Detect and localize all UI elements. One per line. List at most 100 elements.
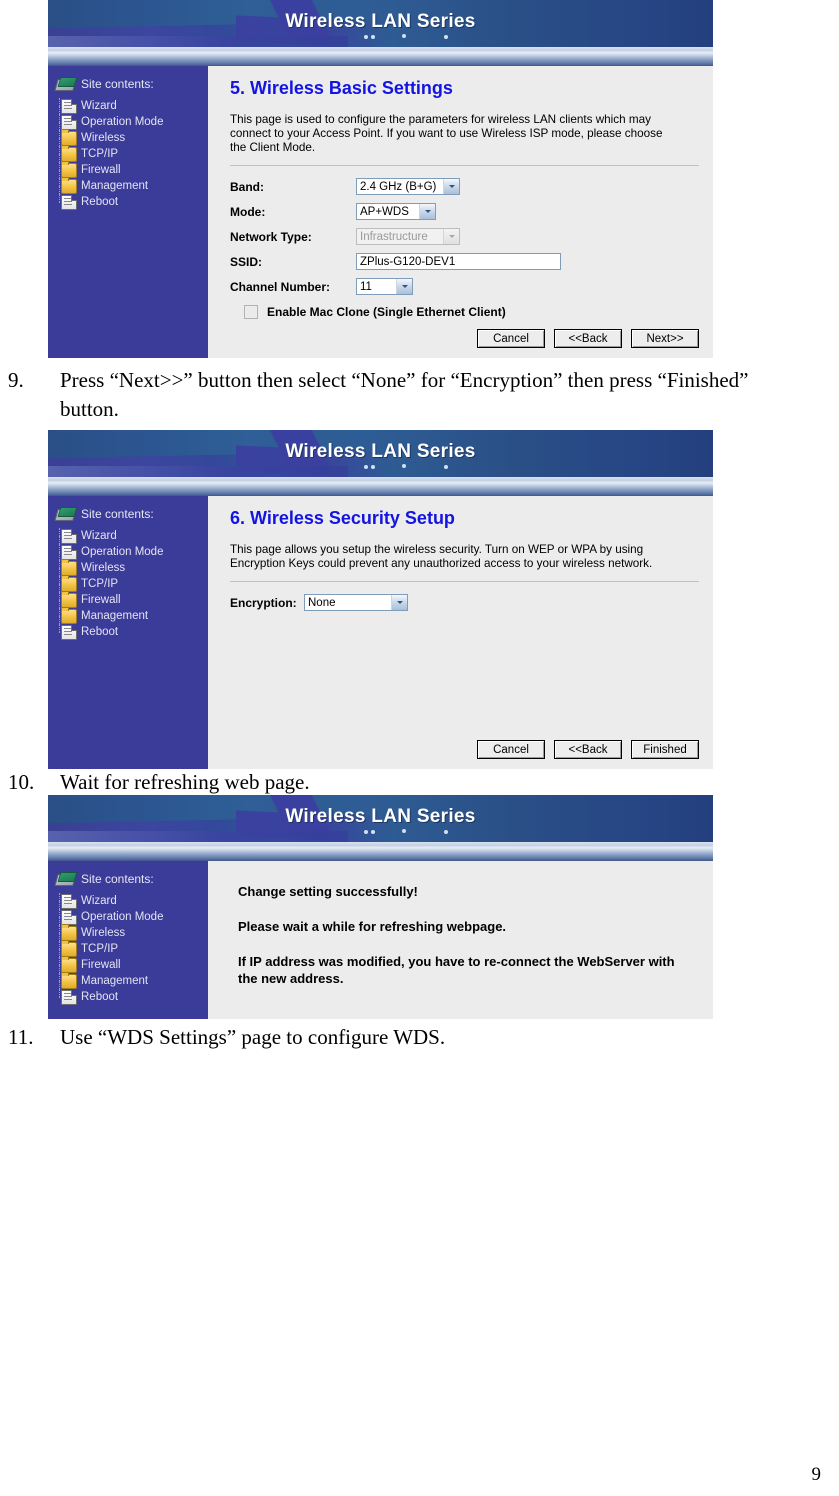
book-icon bbox=[54, 871, 78, 887]
sidebar-item-tcpip[interactable]: TCP/IP bbox=[48, 939, 208, 957]
mode-label: Mode: bbox=[230, 204, 266, 219]
step-10-number: 10. bbox=[8, 770, 35, 794]
step-10-text: Wait for refreshing web page. bbox=[60, 770, 310, 794]
chevron-down-icon bbox=[396, 279, 412, 294]
encryption-select[interactable]: None bbox=[304, 594, 408, 611]
sidebar-item-label: Management bbox=[81, 180, 149, 192]
sidebar-item-firewall[interactable]: Firewall bbox=[48, 955, 208, 973]
banner-wireless-lan-series: Wireless LAN Series bbox=[48, 795, 713, 842]
page-icon bbox=[61, 114, 77, 130]
site-contents-heading: Site contents: bbox=[48, 504, 208, 526]
page-icon bbox=[61, 98, 77, 114]
sidebar-item-label: TCP/IP bbox=[81, 578, 119, 590]
sidebar-item-firewall[interactable]: Firewall bbox=[48, 590, 208, 608]
sidebar-item-label: Firewall bbox=[81, 959, 121, 971]
banner-dots-decoration bbox=[364, 828, 524, 836]
page-body: Site contents: Wizard Operation Mode Wir… bbox=[48, 496, 713, 769]
page-icon bbox=[61, 989, 77, 1005]
page-title: 6. Wireless Security Setup bbox=[230, 508, 455, 528]
ssid-label: SSID: bbox=[230, 254, 263, 269]
banner-swoosh-graphic bbox=[48, 36, 348, 47]
sidebar-item-reboot[interactable]: Reboot bbox=[48, 989, 208, 1005]
ssid-input[interactable]: ZPlus-G120-DEV1 bbox=[356, 253, 561, 270]
page-body: Site contents: Wizard Operation Mode Wir… bbox=[48, 66, 713, 358]
step-11: 11. Use “WDS Settings” page to configure… bbox=[8, 1023, 608, 1052]
sidebar-item-label: Reboot bbox=[81, 626, 119, 638]
main-content: 6. Wireless Security Setup This page all… bbox=[208, 496, 713, 769]
sidebar-item-reboot[interactable]: Reboot bbox=[48, 624, 208, 640]
sidebar-item-label: Operation Mode bbox=[81, 546, 164, 558]
encryption-select-value: None bbox=[308, 596, 336, 609]
status-message-wait: Please wait a while for refreshing webpa… bbox=[238, 919, 507, 934]
encryption-label: Encryption: bbox=[230, 595, 297, 610]
mode-select-value: AP+WDS bbox=[360, 205, 409, 218]
sidebar-item-wireless[interactable]: Wireless bbox=[48, 558, 208, 576]
step-11-number: 11. bbox=[8, 1025, 34, 1049]
back-button[interactable]: <<Back bbox=[554, 329, 622, 348]
site-contents-heading: Site contents: bbox=[48, 74, 208, 96]
page-description: This page is used to configure the param… bbox=[230, 113, 663, 154]
channel-number-select[interactable]: 11 bbox=[356, 278, 413, 295]
cancel-button[interactable]: Cancel bbox=[477, 740, 545, 759]
mode-select[interactable]: AP+WDS bbox=[356, 203, 436, 220]
folder-icon bbox=[61, 971, 77, 989]
sidebar-tree: Wizard Operation Mode Wireless TCP/IP Fi… bbox=[48, 98, 208, 210]
book-icon bbox=[54, 76, 78, 92]
chevron-down-icon bbox=[443, 229, 459, 244]
chevron-down-icon bbox=[419, 204, 435, 219]
folder-icon bbox=[61, 939, 77, 957]
sidebar-item-operation-mode[interactable]: Operation Mode bbox=[48, 544, 208, 560]
band-label: Band: bbox=[230, 179, 264, 194]
main-content: 5. Wireless Basic Settings This page is … bbox=[208, 66, 713, 358]
folder-icon bbox=[61, 160, 77, 178]
mac-clone-checkbox[interactable] bbox=[244, 305, 258, 319]
folder-icon bbox=[61, 128, 77, 146]
sidebar-item-label: Wizard bbox=[81, 100, 117, 112]
banner-title: Wireless LAN Series bbox=[285, 11, 476, 32]
folder-icon bbox=[61, 176, 77, 194]
cancel-button[interactable]: Cancel bbox=[477, 329, 545, 348]
sidebar-item-tcpip[interactable]: TCP/IP bbox=[48, 144, 208, 162]
sidebar-navigation: Site contents: Wizard Operation Mode Wir… bbox=[48, 496, 208, 769]
screenshot-change-setting-success: Wireless LAN Series Site contents: Wizar… bbox=[48, 795, 713, 1019]
network-type-select: Infrastructure bbox=[356, 228, 460, 245]
banner-title: Wireless LAN Series bbox=[285, 806, 476, 827]
sidebar-item-label: TCP/IP bbox=[81, 943, 119, 955]
sidebar-item-label: Wizard bbox=[81, 895, 117, 907]
page-icon bbox=[61, 909, 77, 925]
book-icon bbox=[54, 506, 78, 522]
sidebar-item-reboot[interactable]: Reboot bbox=[48, 194, 208, 210]
sidebar-item-wizard[interactable]: Wizard bbox=[48, 98, 208, 114]
folder-icon bbox=[61, 558, 77, 576]
banner-swoosh-graphic bbox=[48, 831, 348, 842]
mac-clone-label: Enable Mac Clone (Single Ethernet Client… bbox=[267, 305, 506, 319]
sidebar-item-label: Wireless bbox=[81, 927, 126, 939]
sidebar-item-label: Reboot bbox=[81, 196, 119, 208]
page-icon bbox=[61, 194, 77, 210]
sidebar-item-tcpip[interactable]: TCP/IP bbox=[48, 574, 208, 592]
band-select[interactable]: 2.4 GHz (B+G) bbox=[356, 178, 460, 195]
sidebar-item-operation-mode[interactable]: Operation Mode bbox=[48, 909, 208, 925]
banner-separator-strip bbox=[48, 47, 713, 66]
sidebar-item-management[interactable]: Management bbox=[48, 606, 208, 624]
next-button[interactable]: Next>> bbox=[631, 329, 699, 348]
sidebar-item-firewall[interactable]: Firewall bbox=[48, 160, 208, 178]
sidebar-item-wizard[interactable]: Wizard bbox=[48, 528, 208, 544]
sidebar-item-operation-mode[interactable]: Operation Mode bbox=[48, 114, 208, 130]
banner-wireless-lan-series: Wireless LAN Series bbox=[48, 0, 713, 47]
screenshot-wireless-security-setup: Wireless LAN Series Site contents: Wizar… bbox=[48, 430, 713, 769]
finished-button[interactable]: Finished bbox=[631, 740, 699, 759]
sidebar-item-wizard[interactable]: Wizard bbox=[48, 893, 208, 909]
sidebar-item-management[interactable]: Management bbox=[48, 971, 208, 989]
sidebar-item-wireless[interactable]: Wireless bbox=[48, 923, 208, 941]
sidebar-item-management[interactable]: Management bbox=[48, 176, 208, 194]
sidebar-item-wireless[interactable]: Wireless bbox=[48, 128, 208, 146]
banner-wireless-lan-series: Wireless LAN Series bbox=[48, 430, 713, 477]
sidebar-item-label: Operation Mode bbox=[81, 911, 164, 923]
divider bbox=[230, 165, 699, 166]
banner-dots-decoration bbox=[364, 33, 524, 41]
sidebar-item-label: Wireless bbox=[81, 562, 126, 574]
sidebar-tree: Wizard Operation Mode Wireless TCP/IP Fi… bbox=[48, 893, 208, 1005]
sidebar-navigation: Site contents: Wizard Operation Mode Wir… bbox=[48, 66, 208, 358]
back-button[interactable]: <<Back bbox=[554, 740, 622, 759]
